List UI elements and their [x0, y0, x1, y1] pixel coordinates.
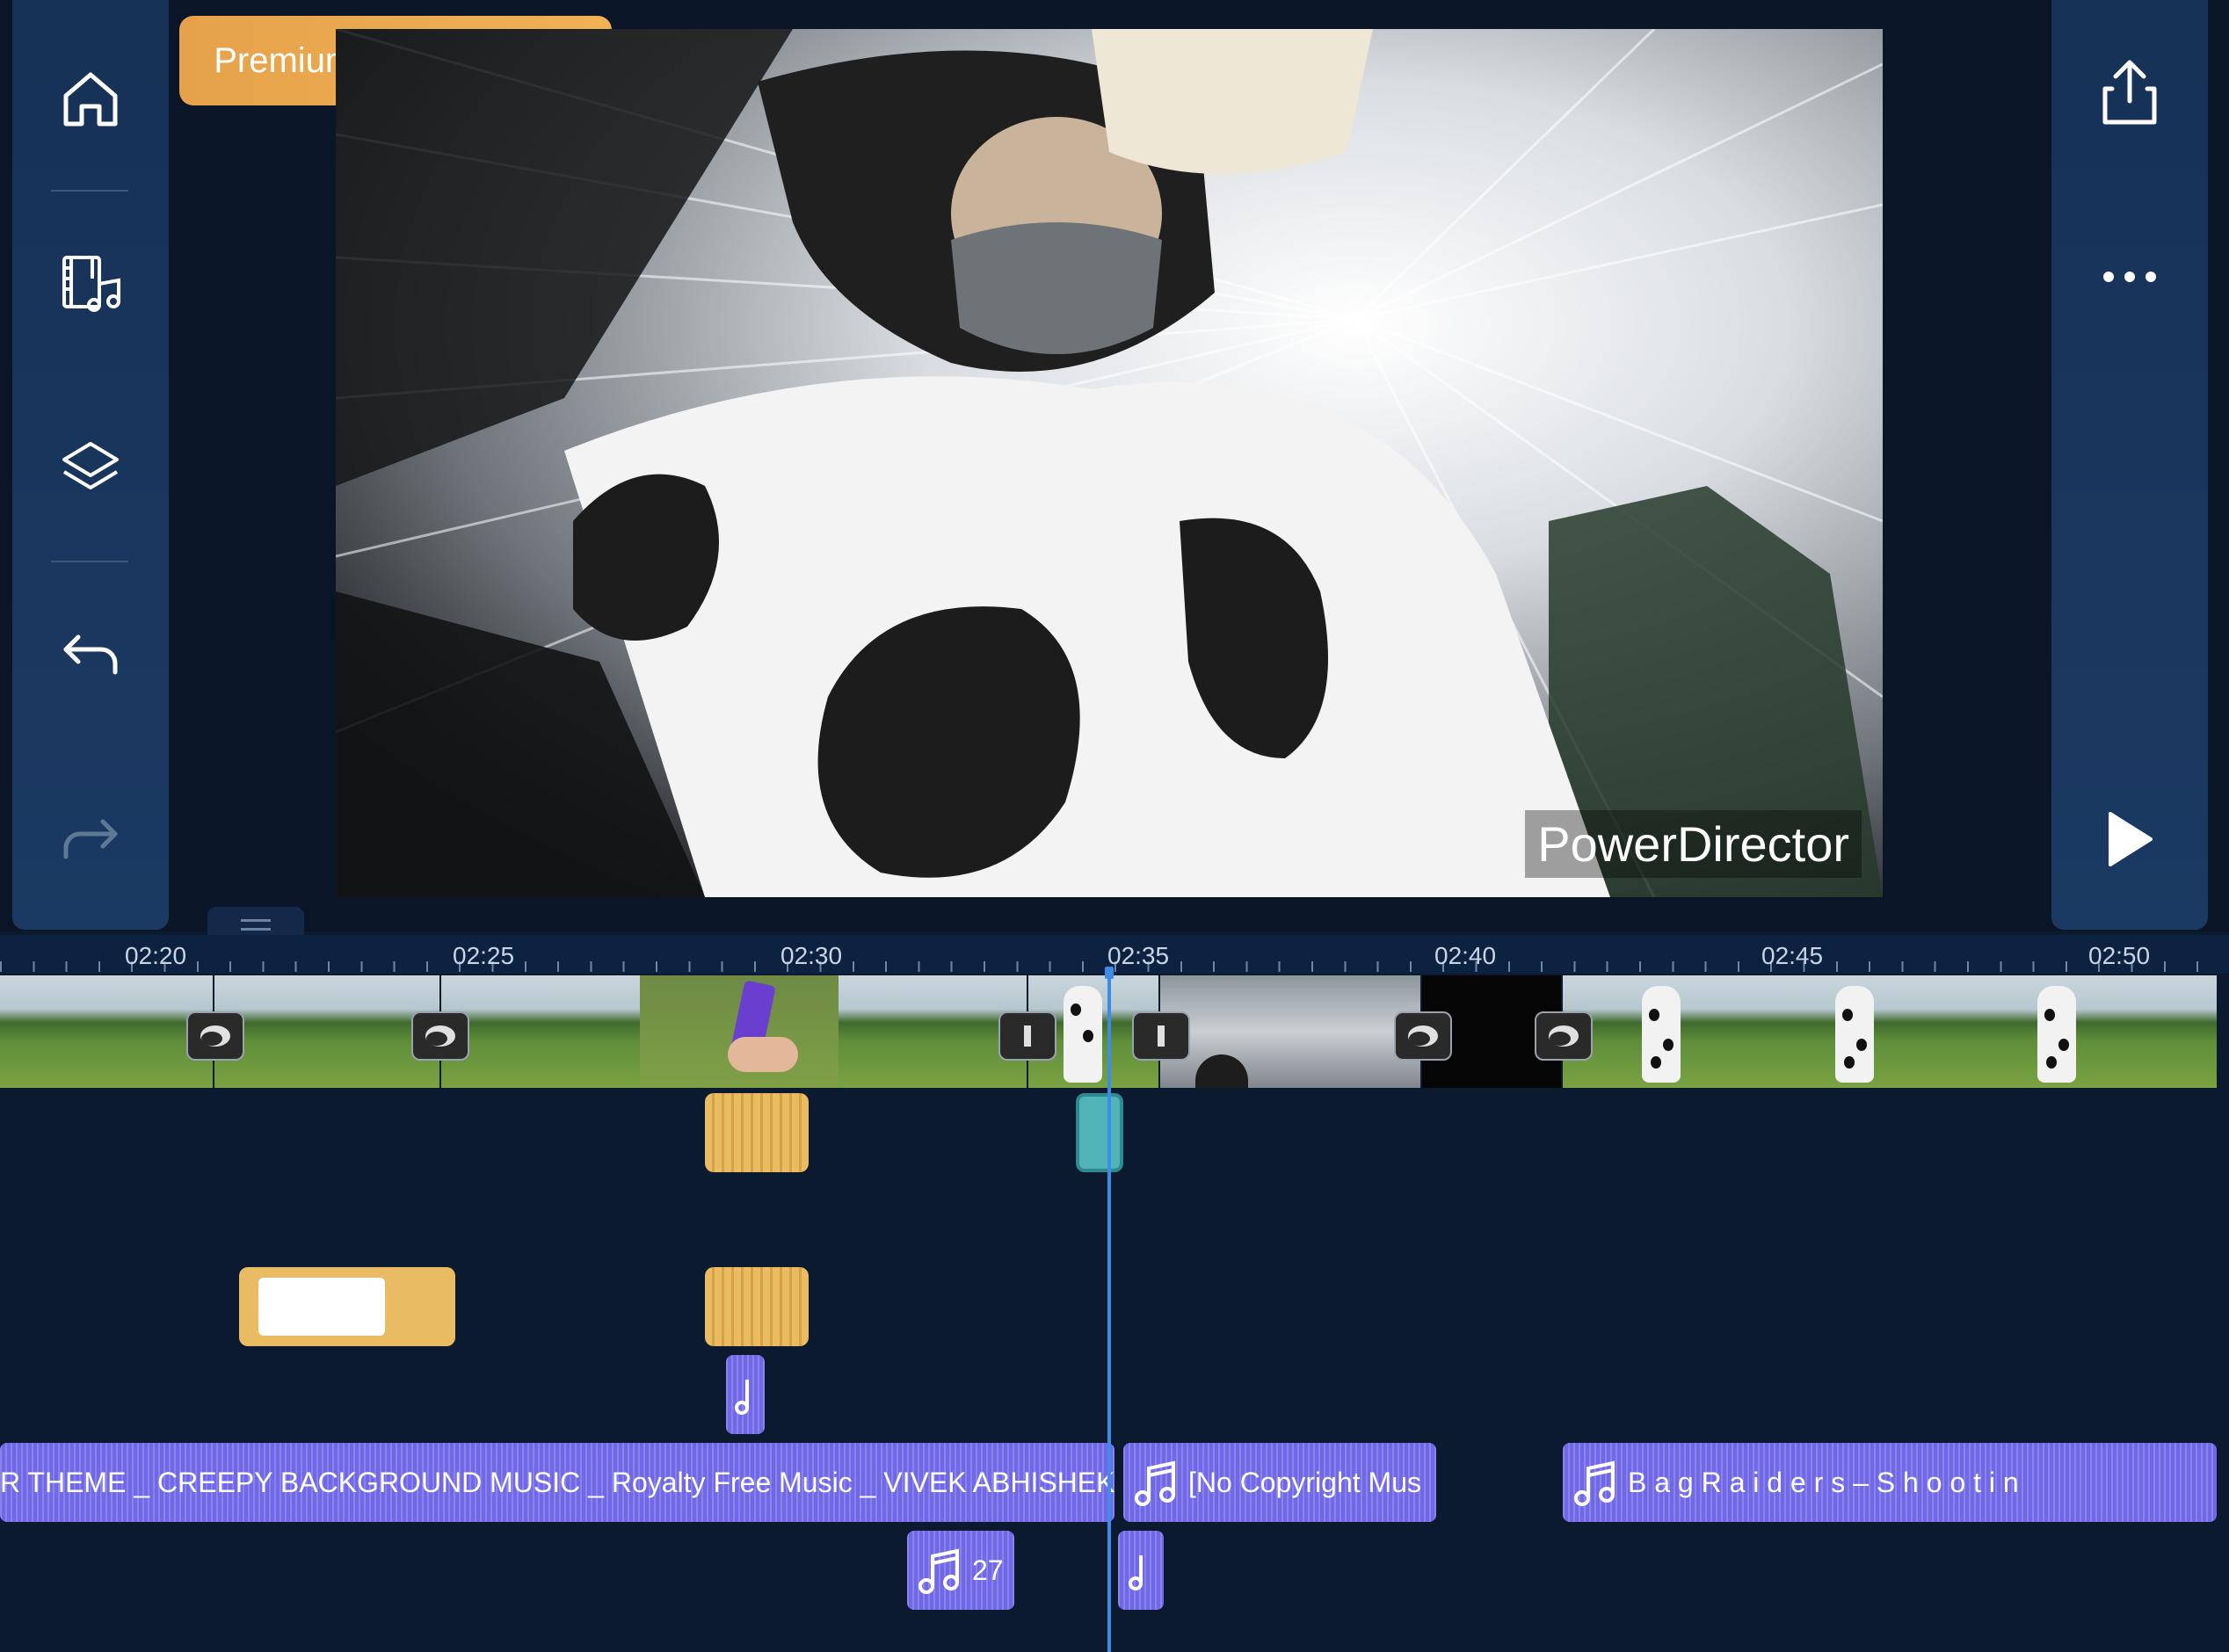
effect-clip-selected[interactable] [1076, 1093, 1123, 1172]
music-note-icon [1135, 1460, 1175, 1506]
left-toolbar [12, 0, 169, 930]
transition-button[interactable] [998, 1011, 1056, 1061]
home-icon [63, 72, 118, 127]
play-button[interactable] [2051, 782, 2208, 896]
redo-icon [63, 819, 118, 859]
video-clip[interactable] [1160, 975, 1420, 1088]
transition-button[interactable] [1535, 1011, 1593, 1061]
ruler-label: 02:25 [453, 942, 515, 969]
video-clip[interactable] [441, 975, 640, 1088]
music-note-icon [735, 1380, 749, 1415]
playhead[interactable] [1107, 967, 1111, 1652]
play-icon [2109, 812, 2153, 866]
ruler-label: 02:35 [1107, 942, 1170, 969]
right-toolbar [2051, 0, 2208, 930]
transition-icon [1549, 1025, 1579, 1047]
toolbar-separator [51, 561, 128, 562]
home-button[interactable] [12, 42, 169, 156]
transition-icon [200, 1025, 230, 1047]
ruler-label: 02:20 [125, 942, 187, 969]
share-export-icon [2102, 60, 2157, 125]
ruler-label: 02:45 [1761, 942, 1824, 969]
more-icon [2103, 272, 2156, 282]
ruler-label: 02:40 [1434, 942, 1497, 969]
transition-icon [1408, 1025, 1438, 1047]
audio-clip-bag-raiders[interactable]: B a g R a i d e r s – S h o o t i n [1563, 1443, 2217, 1522]
video-clip[interactable] [640, 975, 839, 1088]
preview-frame-image [336, 29, 1883, 897]
more-button[interactable] [2051, 220, 2208, 334]
music-note-icon [1129, 1555, 1143, 1590]
audio-clip-title: [No Copyright Mus [1188, 1466, 1421, 1498]
audio-clip-no-copyright[interactable]: [No Copyright Mus [1123, 1443, 1436, 1522]
audio-clip-title: R THEME _ CREEPY BACKGROUND MUSIC _ Roya… [0, 1466, 1114, 1498]
ruler-label: 02:50 [2088, 942, 2151, 969]
transition-icon [425, 1025, 455, 1047]
timeline-ruler[interactable]: 02:20 02:25 02:30 02:35 02:40 02:45 02:5… [0, 935, 2229, 974]
video-clip[interactable] [1563, 975, 2217, 1088]
video-clip[interactable] [214, 975, 439, 1088]
media-button[interactable] [12, 227, 169, 341]
cut-transition-icon [1024, 1025, 1031, 1047]
redo-button[interactable] [12, 782, 169, 896]
music-note-icon [918, 1548, 959, 1594]
music-note-icon [1574, 1460, 1615, 1506]
audio-clip-title: 27 [972, 1554, 1004, 1586]
audio-clip-creepy[interactable]: R THEME _ CREEPY BACKGROUND MUSIC _ Roya… [0, 1443, 1114, 1522]
cut-transition-icon [1158, 1025, 1165, 1047]
title-clip[interactable] [239, 1267, 455, 1346]
media-music-icon [62, 256, 120, 312]
layers-button[interactable] [12, 411, 169, 525]
audio-clip-27[interactable]: 27 [907, 1531, 1014, 1610]
layers-icon [62, 442, 119, 489]
powerdirector-watermark: PowerDirector [1525, 810, 1862, 878]
sound-clip-small[interactable] [726, 1355, 765, 1434]
transition-button[interactable] [1132, 1011, 1190, 1061]
undo-button[interactable] [12, 598, 169, 712]
ruler-label: 02:30 [781, 942, 843, 969]
transition-button[interactable] [1394, 1011, 1452, 1061]
video-clip[interactable] [0, 975, 213, 1088]
sound-clip-small[interactable] [1118, 1531, 1164, 1610]
effect-clip[interactable] [705, 1267, 809, 1346]
export-button[interactable] [2051, 35, 2208, 149]
undo-icon [63, 634, 118, 675]
audio-clip-title: B a g R a i d e r s – S h o o t i n [1628, 1466, 2019, 1498]
effect-clip[interactable] [705, 1093, 809, 1172]
toolbar-separator [51, 190, 128, 192]
video-preview[interactable]: PowerDirector [336, 29, 1883, 897]
transition-button[interactable] [186, 1011, 244, 1061]
transition-button[interactable] [411, 1011, 469, 1061]
